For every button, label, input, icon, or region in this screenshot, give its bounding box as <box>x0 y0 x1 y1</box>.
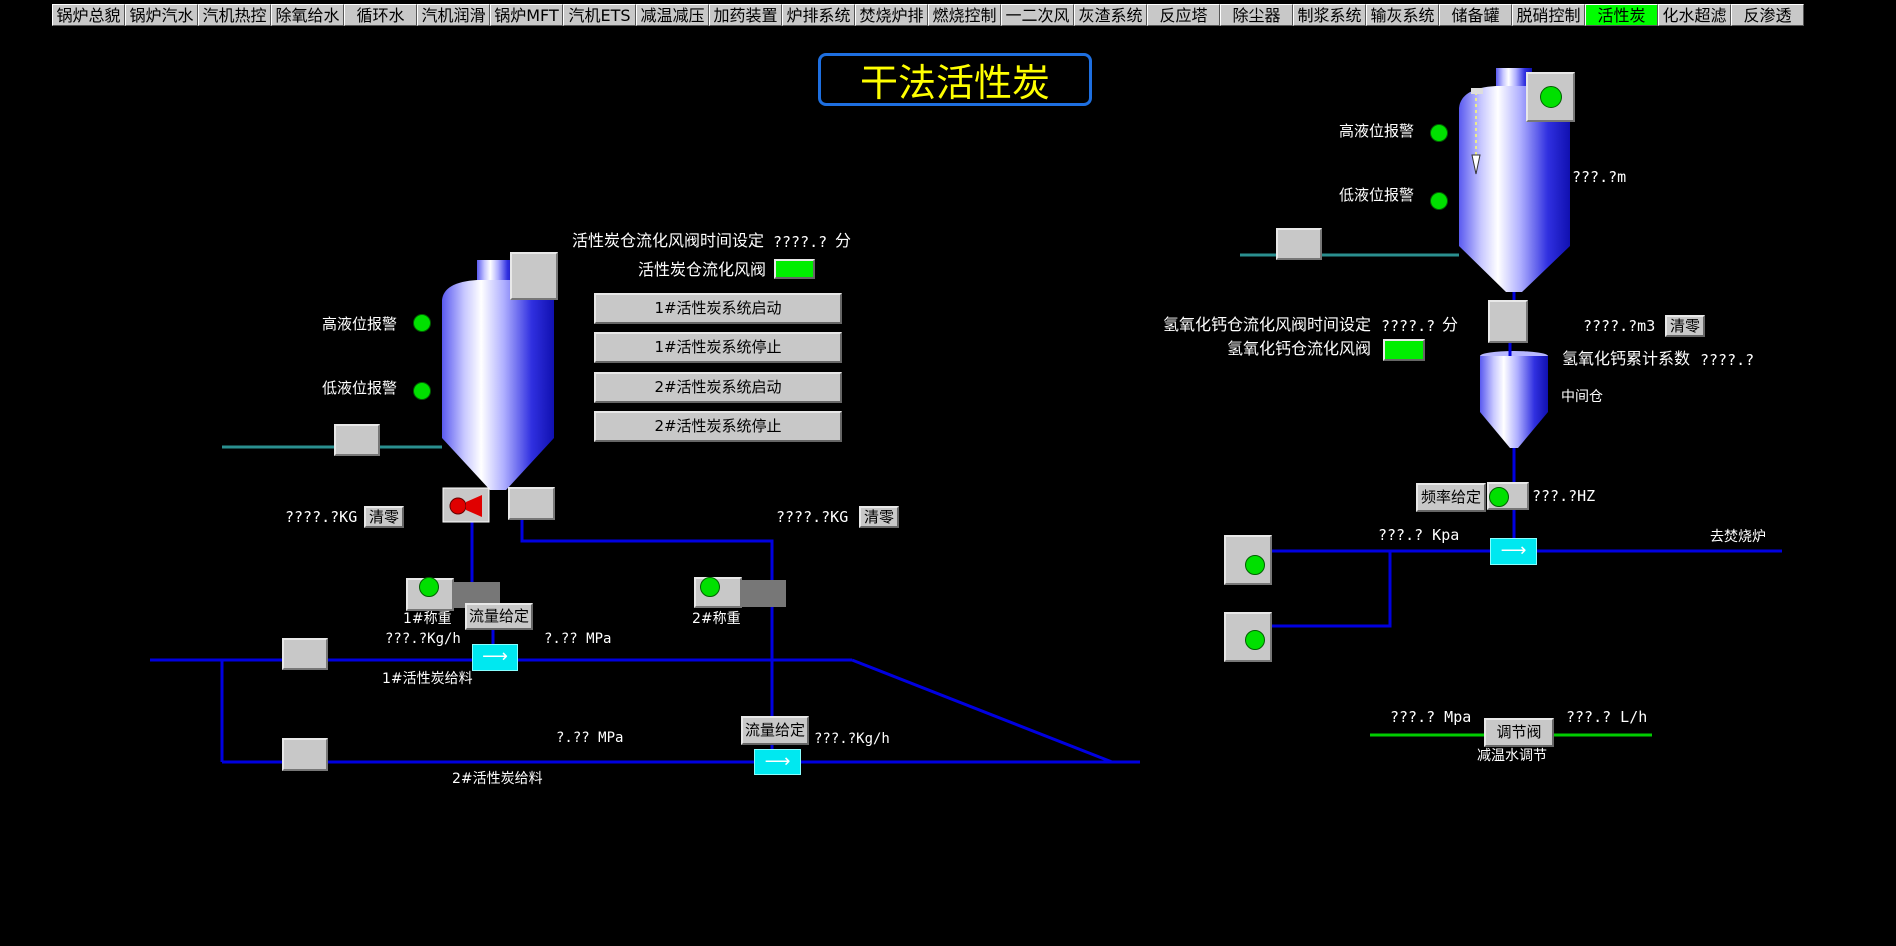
right-silo-discharge-valve[interactable] <box>1488 300 1528 343</box>
frequency-value: ???.?HZ <box>1532 487 1596 505</box>
feed1-pressure-value: ?.?? MPa <box>544 631 612 647</box>
weigh2-label: 2#称重 <box>692 611 741 627</box>
nav-tab-21[interactable]: 活性炭 <box>1585 4 1658 26</box>
nav-tab-20[interactable]: 脱硝控制 <box>1512 4 1585 26</box>
nav-tab-11[interactable]: 焚烧炉排 <box>855 4 928 26</box>
feed1-label: 1#活性炭给料 <box>382 671 473 687</box>
weigh1-status-indicator <box>419 577 439 597</box>
water-pressure-value: ???.? Mpa <box>1390 708 1472 726</box>
right-blower-2-indicator <box>1245 630 1265 650</box>
left-low-alarm-indicator <box>413 382 431 400</box>
page-title: 干法活性炭 <box>818 53 1092 106</box>
right-silo-level-value: ???.?m <box>1572 168 1627 186</box>
weigh2-status-indicator <box>700 577 720 597</box>
right-silo-top-indicator <box>1540 86 1562 108</box>
nav-tab-13[interactable]: 一二次风 <box>1001 4 1074 26</box>
coefficient-label: 氢氧化钙累计系数 <box>1562 349 1691 368</box>
nav-tab-14[interactable]: 灰渣系统 <box>1074 4 1147 26</box>
left-fluidize-time-value[interactable]: ????.? <box>773 233 827 251</box>
left-silo-top-valve[interactable] <box>510 252 558 300</box>
right-high-alarm-indicator <box>1430 124 1448 142</box>
weigh2-flow-setpoint-button[interactable]: 流量给定 <box>741 716 809 745</box>
rotary-feeder-indicator <box>1489 487 1509 507</box>
right-fluidize-valve-label: 氢氧化钙仓流化风阀 <box>1227 339 1372 358</box>
weigh1-clear-button[interactable]: 清零 <box>364 506 404 528</box>
left-fluidize-time-unit: 分 <box>835 231 852 250</box>
left-discharge-valve[interactable] <box>508 487 555 520</box>
water-flow-value: ???.? L/h <box>1566 708 1648 726</box>
system1-start-button[interactable]: 1#活性炭系统启动 <box>594 293 842 324</box>
system2-stop-button[interactable]: 2#活性炭系统停止 <box>594 411 842 442</box>
nav-tab-1[interactable]: 锅炉汽水 <box>125 4 198 26</box>
nav-tab-6[interactable]: 锅炉MFT <box>490 4 563 26</box>
nav-tab-3[interactable]: 除氧给水 <box>271 4 344 26</box>
rotary-valve-icon[interactable] <box>442 487 490 523</box>
right-fluidize-time-unit: 分 <box>1442 315 1459 334</box>
system2-start-button[interactable]: 2#活性炭系统启动 <box>594 372 842 403</box>
left-fluidize-time-label: 活性炭仓流化风阀时间设定 <box>572 231 765 250</box>
system1-stop-button[interactable]: 1#活性炭系统停止 <box>594 332 842 363</box>
weigh2-flow-value: ???.?Kg/h <box>814 731 890 747</box>
weigh2-clear-button[interactable]: 清零 <box>859 506 899 528</box>
nav-tab-4[interactable]: 循环水 <box>344 4 417 26</box>
nav-tab-22[interactable]: 化水超滤 <box>1658 4 1731 26</box>
right-fluidize-time-label: 氢氧化钙仓流化风阀时间设定 <box>1163 315 1372 334</box>
coefficient-value[interactable]: ????.? <box>1700 351 1754 369</box>
nav-tab-12[interactable]: 燃烧控制 <box>928 4 1001 26</box>
right-fluidize-time-value[interactable]: ????.? <box>1381 317 1435 335</box>
water-regulation-label: 减温水调节 <box>1477 748 1547 764</box>
nav-tab-23[interactable]: 反渗透 <box>1731 4 1804 26</box>
right-volume-value: ????.?m3 <box>1583 317 1656 335</box>
feed1-ejector-arrow-icon[interactable]: ⟶ <box>472 644 518 671</box>
left-fluidize-valve-label: 活性炭仓流化风阀 <box>638 260 767 279</box>
right-blower-1-indicator <box>1245 555 1265 575</box>
to-furnace-label: 去焚烧炉 <box>1710 529 1766 545</box>
weigh1-label: 1#称重 <box>403 611 452 627</box>
left-low-alarm-label: 低液位报警 <box>322 379 398 397</box>
feed1-blower[interactable] <box>282 638 328 670</box>
nav-tab-18[interactable]: 输灰系统 <box>1366 4 1439 26</box>
process-graphics <box>150 68 1782 764</box>
left-high-alarm-label: 高液位报警 <box>322 315 398 333</box>
nav-tab-9[interactable]: 加药装置 <box>709 4 782 26</box>
feed2-ejector-arrow-icon[interactable]: ⟶ <box>754 749 801 775</box>
feed2-blower[interactable] <box>282 738 328 771</box>
feed2-label: 2#活性炭给料 <box>452 771 543 787</box>
nav-tab-15[interactable]: 反应塔 <box>1147 4 1220 26</box>
nav-tab-5[interactable]: 汽机润滑 <box>417 4 490 26</box>
feed2-pressure-value: ?.?? MPa <box>556 730 624 746</box>
weigh1-flow-setpoint-button[interactable]: 流量给定 <box>465 603 533 630</box>
middle-bin <box>1480 351 1548 448</box>
nav-tab-16[interactable]: 除尘器 <box>1220 4 1293 26</box>
right-fluidize-valve-status[interactable] <box>1383 339 1425 361</box>
weigh2-value: ????.?KG <box>776 508 849 526</box>
nav-tab-7[interactable]: 汽机ETS <box>563 4 636 26</box>
nav-tab-0[interactable]: 锅炉总貌 <box>52 4 125 26</box>
nav-tab-17[interactable]: 制浆系统 <box>1293 4 1366 26</box>
weigh1-flow-value: ???.?Kg/h <box>385 631 461 647</box>
middle-bin-label: 中间仓 <box>1561 389 1603 405</box>
weigh1-value: ????.?KG <box>285 508 358 526</box>
right-fluidize-air-valve[interactable] <box>1276 228 1322 260</box>
scada-screen: 锅炉总貌 锅炉汽水 汽机热控 除氧给水 循环水 汽机润滑 锅炉MFT 汽机ETS 减温减压 加药装… <box>0 0 1896 946</box>
left-high-alarm-indicator <box>413 314 431 332</box>
right-low-alarm-label: 低液位报警 <box>1339 186 1415 204</box>
left-fluidize-air-valve[interactable] <box>334 424 380 456</box>
right-pressure-value: ???.? Kpa <box>1378 526 1460 544</box>
left-fluidize-valve-status[interactable] <box>774 259 815 279</box>
right-ejector-arrow-icon[interactable]: ⟶ <box>1490 538 1537 565</box>
nav-tab-19[interactable]: 储备罐 <box>1439 4 1512 26</box>
right-high-alarm-label: 高液位报警 <box>1339 122 1415 140</box>
nav-bar: 锅炉总貌 锅炉汽水 汽机热控 除氧给水 循环水 汽机润滑 锅炉MFT 汽机ETS 减温减压 加药装… <box>52 4 1804 28</box>
right-low-alarm-indicator <box>1430 192 1448 210</box>
nav-tab-8[interactable]: 减温减压 <box>636 4 709 26</box>
nav-tab-10[interactable]: 炉排系统 <box>782 4 855 26</box>
right-volume-clear-button[interactable]: 清零 <box>1665 315 1705 337</box>
frequency-setpoint-button[interactable]: 频率给定 <box>1416 483 1486 512</box>
weigh2-feeder-body <box>742 580 786 607</box>
water-regulating-valve-button[interactable]: 调节阀 <box>1484 718 1554 747</box>
nav-tab-2[interactable]: 汽机热控 <box>198 4 271 26</box>
